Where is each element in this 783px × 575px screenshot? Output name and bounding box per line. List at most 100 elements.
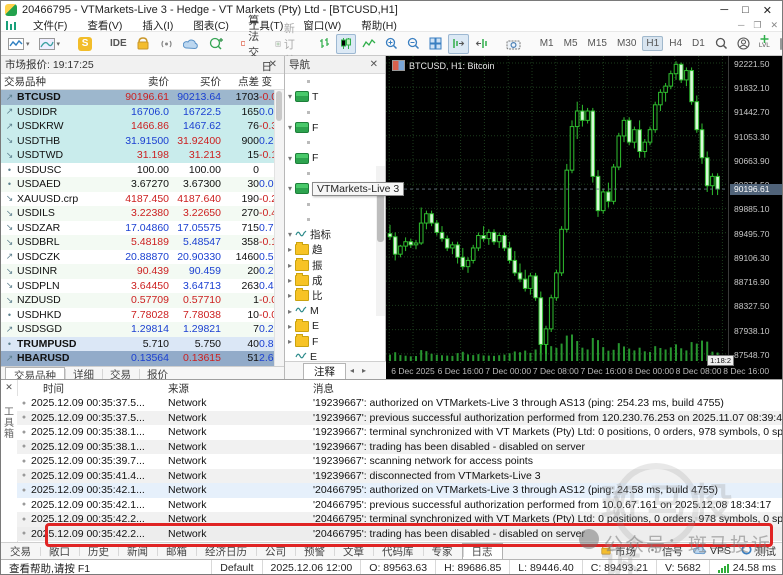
column-header[interactable]: 卖价 (112, 74, 169, 89)
menu-item[interactable]: 图表(C) (183, 18, 239, 33)
market-watch-row[interactable]: ↗ONDOUSD0.47320.4814823.07% (1, 366, 284, 367)
expander-icon[interactable]: ▸ (285, 261, 295, 270)
navigator-item[interactable]: ▾T (285, 89, 385, 104)
timeframe-button-m5[interactable]: M5 (560, 36, 582, 51)
market-watch-scrollbar[interactable] (274, 90, 284, 366)
chart-plot-area[interactable] (386, 56, 728, 363)
market-bag-icon[interactable] (133, 35, 153, 53)
search-icon[interactable] (712, 35, 731, 53)
timeframe-button-h1[interactable]: H1 (642, 36, 663, 51)
market-watch-row[interactable]: ↗HBARUSD0.135640.13615512.63% (1, 351, 284, 366)
child-minimize-button[interactable]: ─ (738, 20, 744, 31)
child-restore-button[interactable]: ❐ (753, 20, 761, 31)
navigator-item[interactable]: ▸比 (285, 288, 385, 303)
market-watch-row[interactable]: ↘XAUUSD.crp4187.4504187.640190-0.28% (1, 192, 284, 207)
market-watch-row[interactable]: •USDHKD7.780287.7803810-0.05% (1, 308, 284, 323)
journal-column-header[interactable]: 消息 (313, 381, 783, 396)
toolbox-close-icon[interactable]: ✕ (5, 380, 13, 393)
signals-icon[interactable] (156, 35, 177, 53)
lvl-button[interactable]: LVL (756, 35, 773, 53)
navigator-item[interactable]: ▸E (285, 319, 385, 334)
navigator-item[interactable]: ▾F (285, 120, 385, 135)
expander-icon[interactable]: ▾ (285, 154, 295, 163)
chart-window[interactable]: BTCUSD, H1: Bitcoin 92221.5091832.109144… (386, 56, 783, 379)
market-watch-row[interactable]: ↗BTCUSD90196.6190213.641703-0.03% (1, 90, 284, 105)
status-profile[interactable]: Default (212, 560, 262, 575)
expander-icon[interactable]: ▸ (285, 245, 295, 254)
market-watch-row[interactable]: ↗USDCZK20.8887020.9033014600.56% (1, 250, 284, 265)
close-button[interactable]: ✕ (763, 4, 772, 17)
expander-icon[interactable]: ▾ (285, 230, 295, 239)
tile-windows-button[interactable] (426, 35, 445, 53)
status-latency[interactable]: 24.58 ms (710, 560, 783, 575)
column-header[interactable]: 买价 (169, 74, 221, 89)
tab-scroll-left-icon[interactable]: ◂ (346, 366, 358, 375)
market-watch-row[interactable]: ↘USDZAR17.0486017.055757150.73% (1, 221, 284, 236)
price-scale[interactable]: 92221.5091832.1091442.7091053.3090663.90… (728, 56, 783, 363)
expander-icon[interactable]: ▾ (285, 92, 295, 101)
journal-row[interactable]: ●2025.12.09 00:35:41.4...Network'1923966… (17, 469, 783, 484)
market-watch-row[interactable]: ↘USDBRL5.481895.48547358-0.14% (1, 235, 284, 250)
mql5-community-button[interactable]: S (75, 35, 95, 53)
tick-chart-style-button[interactable] (316, 35, 333, 53)
expander-icon[interactable]: ▸ (285, 337, 295, 346)
new-chart-button[interactable]: ▾ (5, 35, 33, 53)
timeframe-button-h4[interactable]: H4 (665, 36, 686, 51)
expander-icon[interactable]: ▸ (285, 276, 295, 285)
expander-icon[interactable]: ▸ (285, 307, 295, 316)
navigator-close-icon[interactable]: ✕ (367, 59, 381, 70)
market-watch-row[interactable]: ↘USDINR90.43990.459200.29% (1, 264, 284, 279)
line-chart-style-button[interactable] (359, 35, 379, 53)
timeframe-button-m1[interactable]: M1 (536, 36, 558, 51)
expander-icon[interactable]: ▾ (285, 184, 295, 193)
menu-item[interactable]: 窗口(W) (293, 18, 351, 33)
journal-row[interactable]: ●2025.12.09 00:35:39.7...Network'1923966… (17, 454, 783, 469)
navigator-item[interactable]: ▸振 (285, 258, 385, 273)
expander-icon[interactable]: ▾ (285, 123, 295, 132)
minimize-button[interactable]: ─ (720, 4, 728, 17)
navigator-item[interactable]: ▸成 (285, 273, 385, 288)
timeframe-button-m15[interactable]: M15 (584, 36, 611, 51)
screenshot-camera-icon[interactable] (503, 35, 524, 53)
column-header[interactable]: 点差 (221, 74, 259, 89)
navigator-bottom-tab[interactable]: 注释 (303, 363, 346, 379)
chart-profile-button[interactable]: ▾ (36, 35, 64, 53)
journal-column-header[interactable]: 时间 (17, 381, 168, 396)
market-watch-row[interactable]: ↘NZDUSD0.577090.577101-0.04% (1, 293, 284, 308)
ide-button[interactable]: IDE (107, 35, 130, 53)
candlestick-style-button[interactable] (336, 34, 356, 54)
journal-row[interactable]: ●2025.12.09 00:35:38.1...Network'1923966… (17, 425, 783, 440)
navigator-item[interactable]: ▸趋 (285, 242, 385, 257)
vps-cloud-icon[interactable] (180, 35, 202, 53)
new-signal-icon[interactable] (205, 35, 226, 53)
child-close-button[interactable]: ✕ (770, 20, 778, 31)
zoom-out-button[interactable] (404, 35, 423, 53)
market-watch-row[interactable]: ↗USDSGD1.298141.2982170.25% (1, 322, 284, 337)
timeframe-button-m30[interactable]: M30 (613, 36, 640, 51)
account-icon[interactable] (734, 35, 753, 53)
journal-row[interactable]: ●2025.12.09 00:35:38.1...Network'1923966… (17, 440, 783, 455)
chart-shift-button[interactable] (448, 34, 469, 54)
journal-row[interactable]: ●2025.12.09 00:35:37.5...Network'1923966… (17, 396, 783, 411)
market-watch-row[interactable]: ↘USDILS3.223803.22650270-0.45% (1, 206, 284, 221)
market-watch-row[interactable]: •TRUMPUSD5.7105.750400.88% (1, 337, 284, 352)
journal-row[interactable]: ●2025.12.09 00:35:42.1...Network'2046679… (17, 483, 783, 498)
journal-row[interactable]: ●2025.12.09 00:35:42.1...Network'2046679… (17, 498, 783, 513)
maximize-button[interactable]: □ (742, 4, 749, 17)
menu-item[interactable]: 查看(V) (77, 18, 132, 33)
navigator-item[interactable]: ▾VTMarkets-Live 3 (285, 181, 385, 196)
navigator-item[interactable]: ▾指标 (285, 227, 385, 242)
journal-column-headers[interactable]: 时间来源消息 (17, 380, 783, 397)
column-header[interactable]: 交易品种 (1, 74, 112, 89)
market-watch-row[interactable]: ↗USDIDR16706.016722.51650.07% (1, 105, 284, 120)
market-watch-column-headers[interactable]: 交易品种卖价买价点差日变化 (1, 74, 284, 90)
timeframe-button-d1[interactable]: D1 (688, 36, 709, 51)
expander-icon[interactable]: ▸ (285, 322, 295, 331)
tab-scroll-right-icon[interactable]: ▸ (358, 366, 370, 375)
expander-icon[interactable]: ▸ (285, 291, 295, 300)
auto-scroll-button[interactable] (472, 35, 491, 53)
market-watch-row[interactable]: ↘USDTHB31.9150031.924009000.20% (1, 134, 284, 149)
market-watch-row[interactable]: •USDUSC100.00100.000 (1, 163, 284, 178)
zoom-in-button[interactable] (382, 35, 401, 53)
menu-item[interactable]: 文件(F) (23, 18, 77, 33)
